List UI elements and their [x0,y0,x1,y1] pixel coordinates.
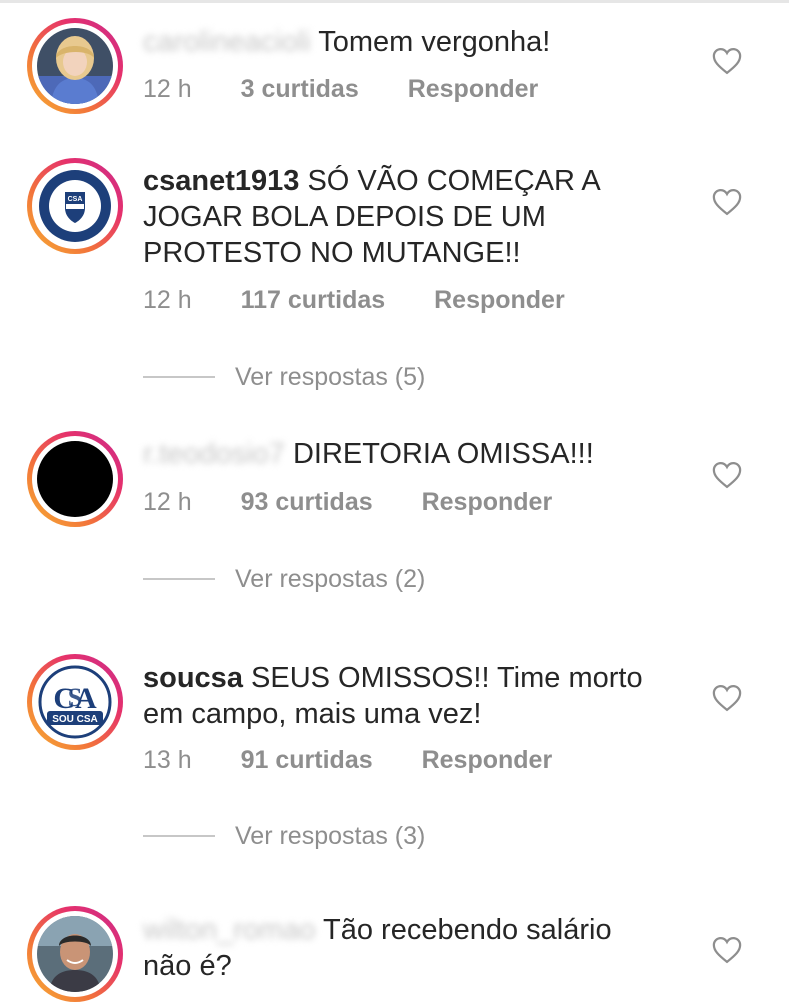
black-circle-avatar [37,441,113,517]
reply-button[interactable]: Responder [434,286,565,315]
comment-text: carolineacioli Tomem vergonha! [143,24,663,60]
avatar[interactable]: CSA [27,158,123,254]
avatar[interactable] [27,431,123,527]
reply-button[interactable]: Responder [408,75,539,104]
likes-count[interactable]: 117 curtidas [241,286,386,315]
avatar-logo-label: SOU CSA [52,714,98,725]
likes-count[interactable]: 91 curtidas [241,746,373,775]
comment-text: soucsa SEUS OMISSOS!! Time morto em camp… [143,660,663,732]
username[interactable]: carolineacioli [143,26,311,58]
timestamp: 12 h [143,488,192,516]
replies-divider [143,578,215,581]
club-crest-avatar: CSA [37,168,113,244]
comment-body: Tomem vergonha! [318,26,551,58]
comment-text: csanet1913 SÓ VÃO COMEÇAR A JOGAR BOLA D… [143,163,663,271]
man-photo-avatar [37,916,113,992]
replies-divider [143,835,215,838]
comment-meta: 13 h 91 curtidas Responder [143,746,552,775]
like-heart-icon[interactable] [712,936,742,964]
timestamp: 13 h [143,746,192,774]
view-replies-label[interactable]: Ver respostas (3) [235,822,425,850]
comment-meta: 12 h 3 curtidas Responder [143,75,538,104]
like-heart-icon[interactable] [712,188,742,216]
reply-button[interactable]: Responder [422,746,553,775]
comment-body: DIRETORIA OMISSA!!! [292,438,594,470]
view-replies-button[interactable]: Ver respostas (3) [143,821,425,851]
avatar[interactable]: CA S SOU CSA [27,654,123,750]
like-heart-icon[interactable] [712,47,742,75]
view-replies-button[interactable]: Ver respostas (2) [143,564,425,594]
sou-csa-logo-avatar: CA S SOU CSA [37,664,113,740]
avatar[interactable] [27,906,123,1002]
username[interactable]: csanet1913 [143,165,299,197]
timestamp: 12 h [143,286,192,314]
svg-text:CSA: CSA [68,196,83,203]
timestamp: 12 h [143,75,192,103]
svg-text:S: S [68,683,82,712]
comment-meta: 12 h 93 curtidas Responder [143,488,552,517]
username[interactable]: wilton_romao [143,914,315,946]
likes-count[interactable]: 93 curtidas [241,488,373,517]
username[interactable]: r.teodosio7 [143,438,285,470]
like-heart-icon[interactable] [712,461,742,489]
woman-photo-avatar [37,28,113,104]
comment-meta: 12 h 117 curtidas Responder [143,286,565,315]
view-replies-label[interactable]: Ver respostas (5) [235,363,425,391]
view-replies-button[interactable]: Ver respostas (5) [143,362,425,392]
comment-text: wilton_romao Tão recebendo salário não é… [143,912,663,984]
username[interactable]: soucsa [143,662,243,694]
comment-text: r.teodosio7 DIRETORIA OMISSA!!! [143,436,663,472]
avatar[interactable] [27,18,123,114]
top-divider [0,0,789,3]
like-heart-icon[interactable] [712,684,742,712]
likes-count[interactable]: 3 curtidas [241,75,359,104]
reply-button[interactable]: Responder [422,488,553,517]
replies-divider [143,376,215,379]
view-replies-label[interactable]: Ver respostas (2) [235,565,425,593]
